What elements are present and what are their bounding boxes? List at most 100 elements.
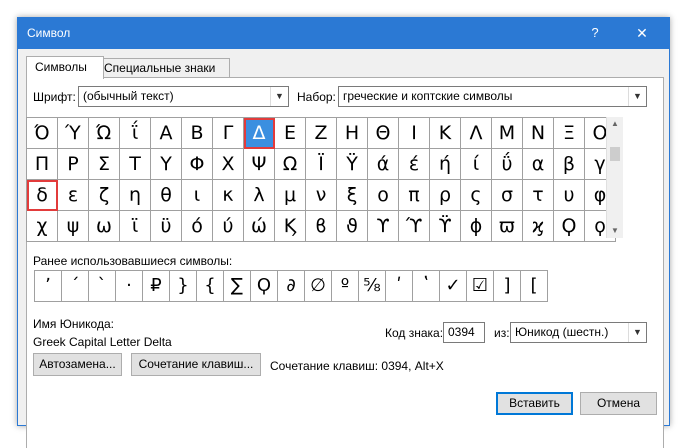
- symbol-cell[interactable]: ϗ: [523, 211, 554, 242]
- symbol-cell[interactable]: Ό: [27, 118, 58, 149]
- symbol-cell[interactable]: α: [523, 149, 554, 180]
- from-combo[interactable]: Юникод (шестн.) ▼: [510, 322, 647, 343]
- recent-symbol-cell[interactable]: ∑: [224, 271, 251, 302]
- symbol-cell[interactable]: Ϊ: [306, 149, 337, 180]
- grid-scrollbar[interactable]: ▲ ▼: [606, 117, 623, 238]
- symbol-cell[interactable]: σ: [492, 180, 523, 211]
- symbol-cell[interactable]: ρ: [430, 180, 461, 211]
- recent-symbol-cell[interactable]: ✓: [440, 271, 467, 302]
- symbol-cell[interactable]: ώ: [244, 211, 275, 242]
- symbol-cell[interactable]: Π: [27, 149, 58, 180]
- cancel-button[interactable]: Отмена: [580, 392, 657, 415]
- symbol-cell[interactable]: ι: [182, 180, 213, 211]
- symbol-cell[interactable]: Ώ: [89, 118, 120, 149]
- symbol-cell[interactable]: Η: [337, 118, 368, 149]
- symbol-cell[interactable]: ϓ: [399, 211, 430, 242]
- symbol-cell[interactable]: Ν: [523, 118, 554, 149]
- symbol-cell[interactable]: ϖ: [492, 211, 523, 242]
- recent-symbol-cell[interactable]: ʽ: [413, 271, 440, 302]
- symbol-cell[interactable]: Ϙ: [554, 211, 585, 242]
- symbol-cell[interactable]: ο: [368, 180, 399, 211]
- recent-symbol-cell[interactable]: [: [521, 271, 548, 302]
- symbol-cell[interactable]: ΰ: [492, 149, 523, 180]
- symbol-cell[interactable]: Ύ: [58, 118, 89, 149]
- symbol-cell[interactable]: Υ: [151, 149, 182, 180]
- subset-combo[interactable]: греческие и коптские символы ▼: [338, 86, 647, 107]
- recent-symbol-cell[interactable]: ∂: [278, 271, 305, 302]
- symbol-cell[interactable]: ή: [430, 149, 461, 180]
- recent-symbol-cell[interactable]: ]: [494, 271, 521, 302]
- symbol-cell[interactable]: Μ: [492, 118, 523, 149]
- symbol-cell[interactable]: ν: [306, 180, 337, 211]
- symbol-cell[interactable]: Ε: [275, 118, 306, 149]
- recent-symbol-cell[interactable]: ʼ: [35, 271, 62, 302]
- symbol-cell[interactable]: Θ: [368, 118, 399, 149]
- symbol-cell[interactable]: λ: [244, 180, 275, 211]
- scroll-down-icon[interactable]: ▼: [607, 224, 623, 238]
- recent-symbol-cell[interactable]: {: [197, 271, 224, 302]
- symbol-cell[interactable]: ϊ: [120, 211, 151, 242]
- recent-symbol-cell[interactable]: }: [170, 271, 197, 302]
- insert-button[interactable]: Вставить: [496, 392, 573, 415]
- symbol-cell[interactable]: ί: [461, 149, 492, 180]
- close-button[interactable]: ✕: [630, 22, 654, 44]
- symbol-cell[interactable]: θ: [151, 180, 182, 211]
- chevron-down-icon[interactable]: ▼: [628, 87, 646, 106]
- symbol-cell[interactable]: Γ: [213, 118, 244, 149]
- symbol-cell[interactable]: κ: [213, 180, 244, 211]
- symbol-cell[interactable]: Λ: [461, 118, 492, 149]
- recent-symbol-cell[interactable]: Ϙ: [251, 271, 278, 302]
- symbol-cell[interactable]: Κ: [430, 118, 461, 149]
- symbol-cell[interactable]: ε: [58, 180, 89, 211]
- font-combo[interactable]: (обычный текст) ▼: [78, 86, 289, 107]
- recent-symbol-cell[interactable]: ₽: [143, 271, 170, 302]
- symbol-cell[interactable]: ό: [182, 211, 213, 242]
- symbol-cell[interactable]: ξ: [337, 180, 368, 211]
- recent-symbol-cell[interactable]: ☑: [467, 271, 494, 302]
- symbol-cell[interactable]: Ϗ: [275, 211, 306, 242]
- help-button[interactable]: ?: [583, 22, 607, 44]
- symbol-cell[interactable]: Φ: [182, 149, 213, 180]
- symbol-cell[interactable]: Β: [182, 118, 213, 149]
- symbol-cell[interactable]: η: [120, 180, 151, 211]
- symbol-cell[interactable]: δ: [27, 180, 58, 211]
- symbol-cell[interactable]: Τ: [120, 149, 151, 180]
- symbol-cell[interactable]: μ: [275, 180, 306, 211]
- tab-special-characters[interactable]: Специальные знаки: [95, 58, 230, 78]
- recent-symbol-cell[interactable]: ʹ: [386, 271, 413, 302]
- symbol-cell[interactable]: Ψ: [244, 149, 275, 180]
- symbol-cell[interactable]: ΐ: [120, 118, 151, 149]
- char-code-input[interactable]: 0394: [443, 322, 485, 343]
- symbol-cell[interactable]: Δ: [244, 118, 275, 149]
- symbol-cell[interactable]: Ρ: [58, 149, 89, 180]
- symbol-cell[interactable]: ϐ: [306, 211, 337, 242]
- scroll-thumb[interactable]: [610, 147, 620, 161]
- scroll-up-icon[interactable]: ▲: [607, 117, 623, 131]
- symbol-cell[interactable]: ζ: [89, 180, 120, 211]
- symbol-cell[interactable]: ά: [368, 149, 399, 180]
- recent-symbol-cell[interactable]: ∅: [305, 271, 332, 302]
- recent-symbol-cell[interactable]: ·: [116, 271, 143, 302]
- symbol-cell[interactable]: ω: [89, 211, 120, 242]
- symbol-cell[interactable]: Ξ: [554, 118, 585, 149]
- symbol-cell[interactable]: Ι: [399, 118, 430, 149]
- symbol-cell[interactable]: Ϋ: [337, 149, 368, 180]
- symbol-cell[interactable]: Ζ: [306, 118, 337, 149]
- chevron-down-icon[interactable]: ▼: [628, 323, 646, 342]
- symbol-cell[interactable]: ϋ: [151, 211, 182, 242]
- symbol-cell[interactable]: ϕ: [461, 211, 492, 242]
- symbol-cell[interactable]: Ω: [275, 149, 306, 180]
- shortcut-key-button[interactable]: Сочетание клавиш...: [131, 353, 261, 376]
- symbol-cell[interactable]: β: [554, 149, 585, 180]
- symbol-cell[interactable]: Α: [151, 118, 182, 149]
- recent-symbol-cell[interactable]: ˊ: [62, 271, 89, 302]
- symbol-cell[interactable]: Σ: [89, 149, 120, 180]
- recent-symbol-cell[interactable]: ˋ: [89, 271, 116, 302]
- symbol-cell[interactable]: έ: [399, 149, 430, 180]
- symbol-cell[interactable]: υ: [554, 180, 585, 211]
- recent-symbol-cell[interactable]: º: [332, 271, 359, 302]
- tab-symbols[interactable]: Символы: [26, 56, 104, 79]
- symbol-cell[interactable]: ϑ: [337, 211, 368, 242]
- symbol-cell[interactable]: π: [399, 180, 430, 211]
- symbol-cell[interactable]: ϔ: [430, 211, 461, 242]
